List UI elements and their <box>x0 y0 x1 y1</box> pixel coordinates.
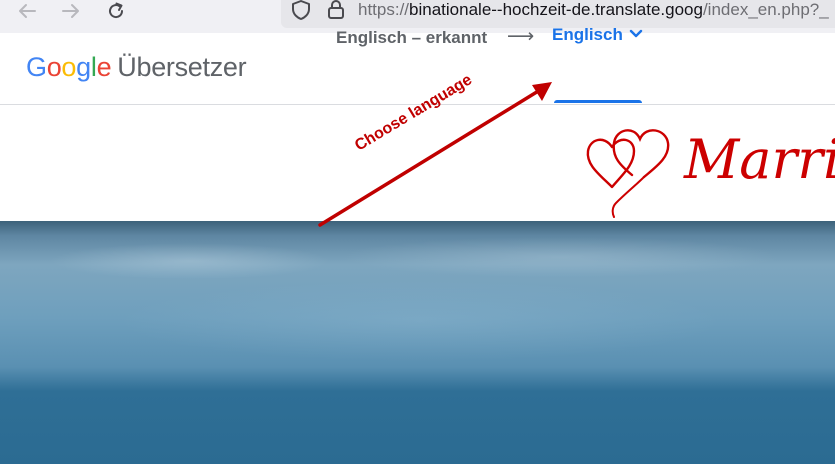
url-path: /index_en.php?_ <box>702 0 829 19</box>
screenshot: https://binationale--hochzeit-de.transla… <box>0 0 835 464</box>
back-button[interactable] <box>12 0 42 22</box>
logo-letter: G <box>26 52 47 82</box>
translate-direction-arrow-icon: ⟶ <box>507 25 535 47</box>
logo-letter: e <box>96 52 112 82</box>
lock-icon[interactable] <box>326 0 346 25</box>
url-host: binationale--hochzeit-de.translate.goog <box>409 0 703 19</box>
target-language-label: Englisch <box>552 25 623 44</box>
source-language-detected[interactable]: Englisch – erkannt <box>336 28 487 48</box>
logo-letter: o <box>61 52 77 82</box>
url-scheme: https:// <box>358 0 410 19</box>
site-brand-text[interactable]: Marri <box>684 128 835 192</box>
chevron-down-icon <box>629 29 643 38</box>
target-language-active-indicator <box>554 100 642 103</box>
target-language-dropdown[interactable]: Englisch <box>552 25 643 71</box>
double-heart-logo-icon[interactable] <box>582 117 682 221</box>
arrow-right-icon <box>62 4 79 18</box>
product-name: Übersetzer <box>117 52 247 82</box>
forward-button[interactable] <box>56 0 86 22</box>
tracking-protection-shield-icon[interactable] <box>290 0 312 25</box>
google-translate-logo[interactable]: Google Übersetzer <box>26 51 247 83</box>
reload-button[interactable] <box>101 0 131 22</box>
url-text[interactable]: https://binationale--hochzeit-de.transla… <box>358 0 829 20</box>
sea-banner-highlights <box>0 221 835 464</box>
logo-letter: o <box>46 52 62 82</box>
arrow-left-icon <box>19 4 36 18</box>
logo-letter: g <box>76 52 91 82</box>
reload-icon <box>109 2 124 19</box>
